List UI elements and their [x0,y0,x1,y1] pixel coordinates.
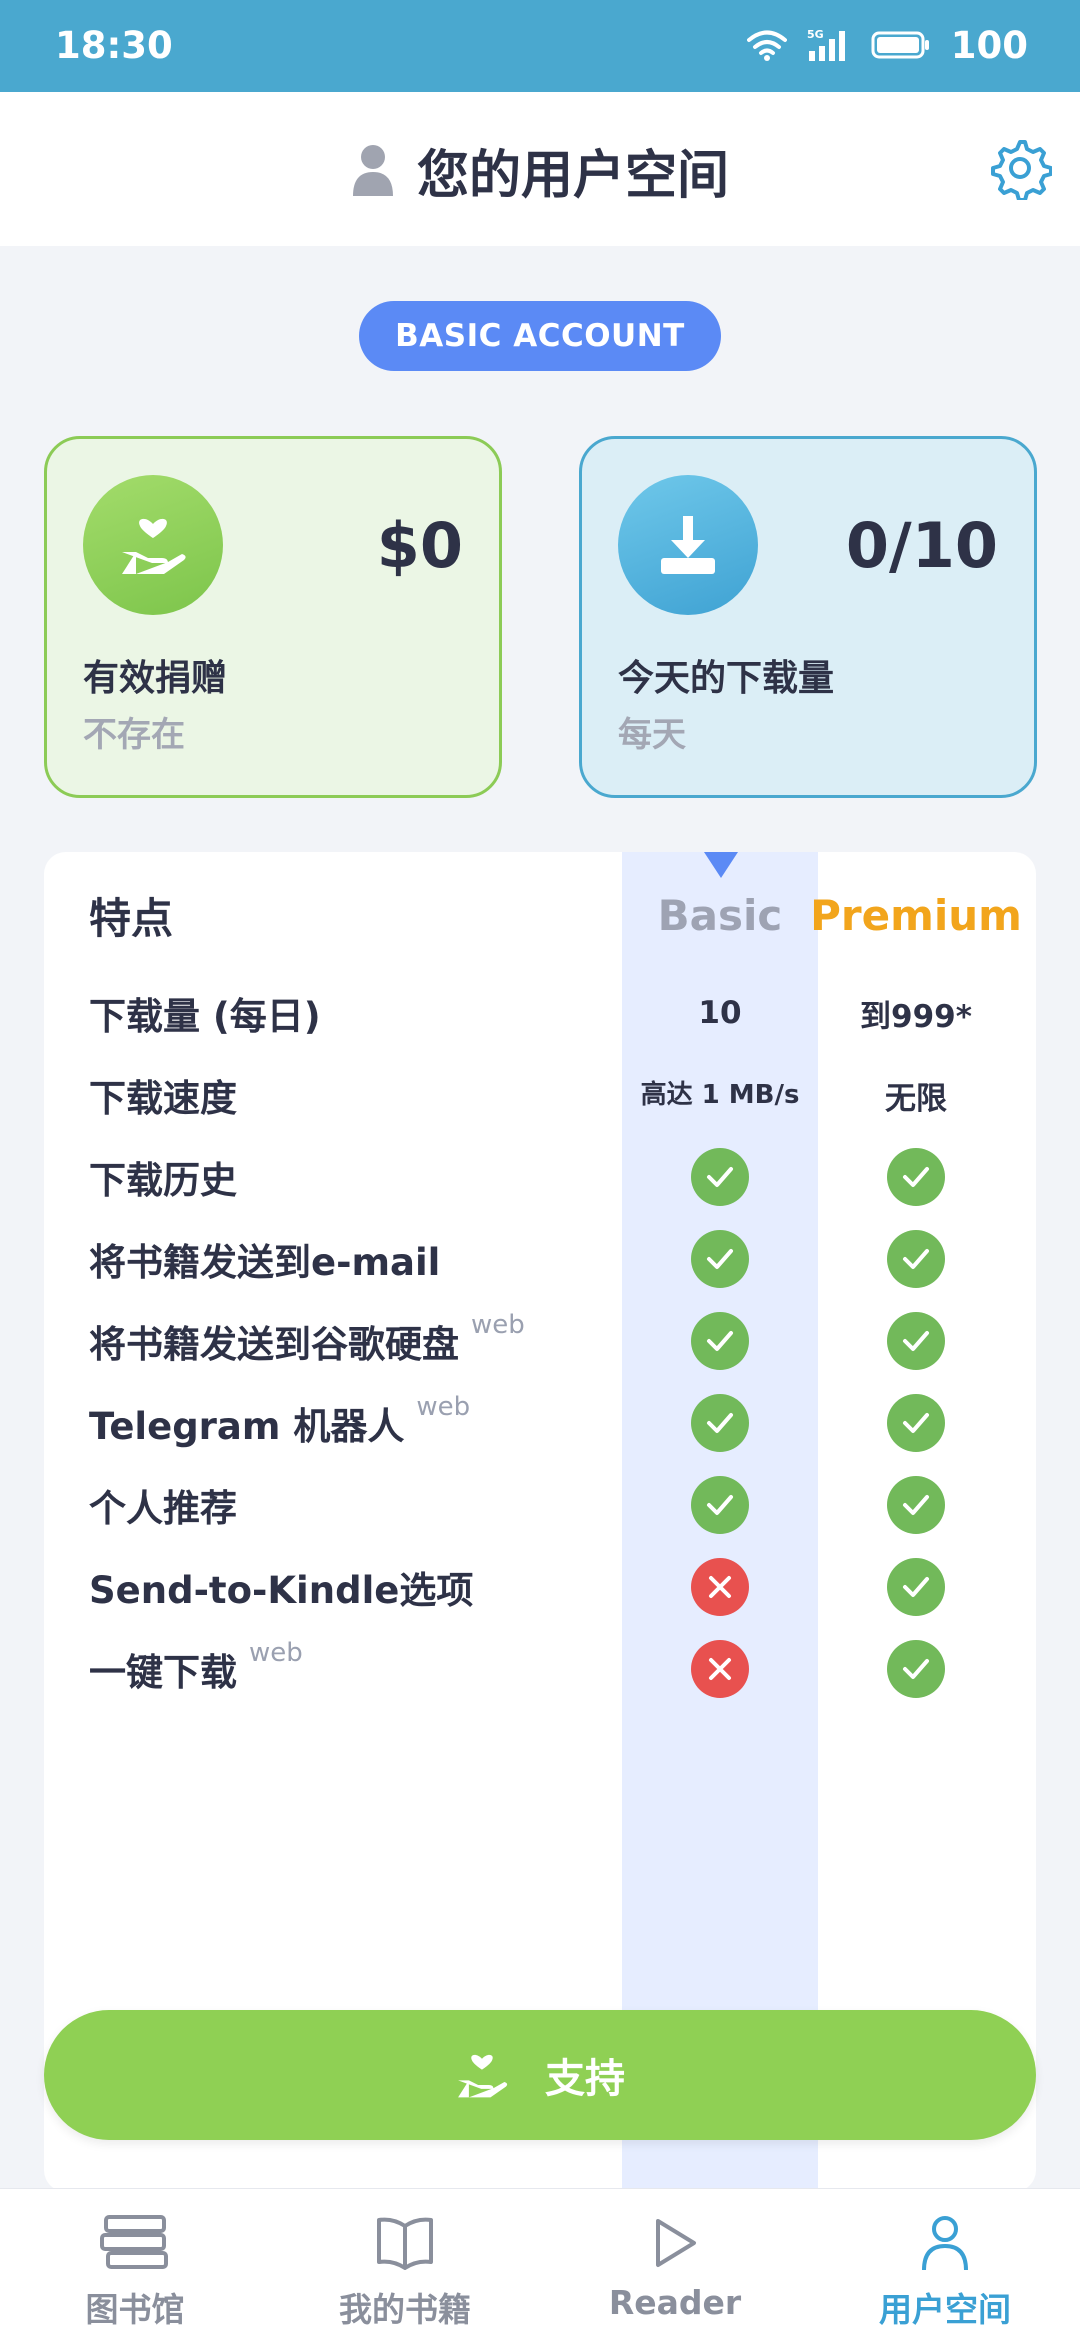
status-bar: 18:30 5G 100 [0,0,1080,92]
feature-label: 下载量 (每日) [89,995,321,1038]
status-time: 18:30 [55,24,173,67]
premium-plan-header: Premium [810,890,1022,940]
nav-label: 用户空间 [879,2290,1011,2329]
feature-name: 将书籍发送到谷歌硬盘 web [89,1300,525,1382]
feature-name: Send-to-Kindle选项 [89,1546,473,1628]
feature-name: 下载速度 [89,1054,237,1136]
feature-label: 下载速度 [89,1077,237,1120]
nav-label: 图书馆 [85,2290,185,2329]
heart-hand-icon [458,2054,508,2098]
table-header-row: 特点 Basic Premium [44,854,1036,976]
check-icon [691,1312,749,1370]
donation-card[interactable]: $0 有效捐赠 不存在 [44,436,502,798]
basic-value: 高达 1 MB/s [640,1080,800,1110]
check-icon [691,1394,749,1452]
feature-name: 个人推荐 [89,1464,237,1546]
web-only-tag: web [416,1392,471,1422]
battery-icon [871,31,929,59]
battery-level: 100 [950,23,1028,67]
check-icon [887,1148,945,1206]
table-row: Telegram 机器人 web [44,1382,1036,1464]
nav-item-reader[interactable]: Reader [540,2189,810,2340]
gear-icon[interactable] [988,136,1052,200]
downloads-card[interactable]: 0/10 今天的下载量 每天 [579,436,1037,798]
table-row: Send-to-Kindle选项 [44,1546,1036,1628]
feature-label: Send-to-Kindle选项 [89,1569,474,1612]
table-row: 下载速度 高达 1 MB/s 无限 [44,1054,1036,1136]
svg-text:5G: 5G [807,28,824,41]
feature-name: 一键下载 web [89,1628,303,1710]
table-row: 将书籍发送到谷歌硬盘 web [44,1300,1036,1382]
donation-status: 不存在 [83,715,185,755]
nav-item-library[interactable]: 图书馆 [0,2189,270,2340]
nav-label: Reader [608,2283,742,2322]
feature-name: 将书籍发送到e-mail [89,1218,440,1300]
check-icon [887,1230,945,1288]
web-only-tag: web [471,1310,525,1340]
feature-name: 下载历史 [89,1136,237,1218]
account-type-badge: BASIC ACCOUNT [359,301,721,371]
downloads-count: 0/10 [845,509,998,582]
downloads-period: 每天 [618,715,686,755]
status-indicators: 5G 100 [746,20,1028,70]
check-icon [691,1230,749,1288]
feature-name: 下载量 (每日) [89,972,321,1054]
check-icon [887,1640,945,1698]
feature-label: 下载历史 [89,1159,237,1202]
donation-label: 有效捐赠 [83,658,228,699]
app-header: 您的用户空间 [0,92,1080,246]
library-icon [100,2215,168,2269]
premium-value: 无限 [885,1080,947,1117]
table-row: 下载量 (每日) 10 到999* [44,972,1036,1054]
support-button-label: 支持 [545,2056,625,2102]
basic-value: 10 [698,995,742,1031]
table-row: 将书籍发送到e-mail [44,1218,1036,1300]
play-icon [656,2219,696,2267]
page-title: 您的用户空间 [416,145,729,206]
nav-label: 我的书籍 [339,2290,471,2329]
check-icon [887,1312,945,1370]
support-button[interactable]: 支持 [44,2010,1036,2140]
check-icon [887,1394,945,1452]
web-only-tag: web [249,1638,303,1668]
user-icon [352,145,393,196]
downloads-label: 今天的下载量 [618,658,835,699]
check-icon [691,1148,749,1206]
features-table: 特点 Basic Premium 下载量 (每日) 10 到999* 下载速度 高达 1… [44,852,1036,2192]
check-icon [887,1558,945,1616]
feature-name: Telegram 机器人 web [89,1382,470,1464]
feature-label: 将书籍发送到谷歌硬盘 [89,1323,459,1366]
wifi-icon [746,30,787,61]
download-icon [618,475,758,615]
nav-item-user-space[interactable]: 用户空间 [810,2189,1080,2340]
feature-label: 个人推荐 [89,1487,237,1530]
feature-label: 一键下载 [89,1651,237,1694]
feature-label: Telegram 机器人 [89,1405,405,1448]
cross-icon [691,1640,749,1698]
cellular-5g-icon: 5G [807,28,845,61]
book-icon [377,2217,433,2270]
table-row: 一键下载 web [44,1628,1036,1710]
cross-icon [691,1558,749,1616]
table-row: 个人推荐 [44,1464,1036,1546]
premium-value: 到999* [860,998,972,1035]
features-header: 特点 [89,893,174,943]
user-icon [922,2216,968,2271]
heart-hand-icon [83,475,223,615]
nav-item-my-books[interactable]: 我的书籍 [270,2189,540,2340]
table-row: 下载历史 [44,1136,1036,1218]
check-icon [691,1476,749,1534]
bottom-navigation: 图书馆 我的书籍 Reader 用户空间 [0,2188,1080,2340]
feature-label: 将书籍发送到e-mail [89,1241,441,1284]
donation-amount: $0 [376,509,463,582]
basic-plan-header: Basic [657,890,783,940]
check-icon [887,1476,945,1534]
